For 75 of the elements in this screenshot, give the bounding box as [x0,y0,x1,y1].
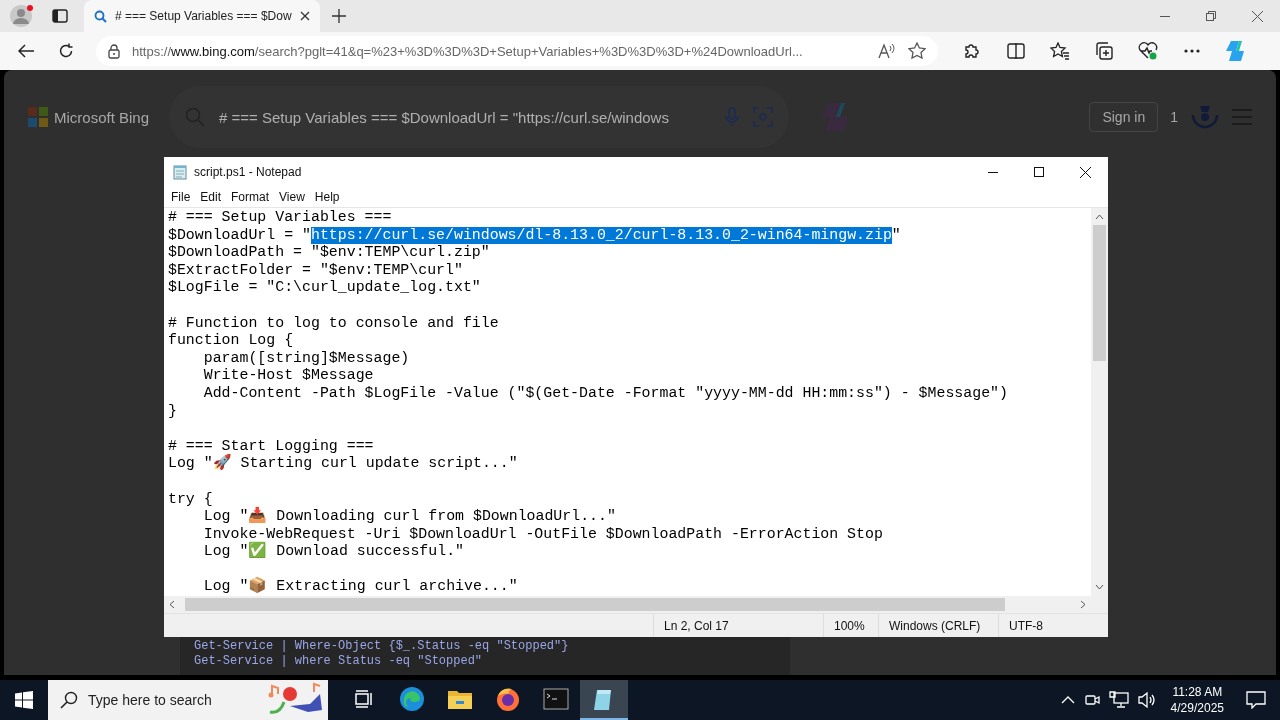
tab-actions-icon[interactable] [52,8,68,24]
search-icon [94,9,107,23]
address-bar[interactable]: https://www.bing.com/search?pglt=41&q=%23+%3D%3D%3D+Setup+Variables+%3D%3D%3D+%24DownloadUrl... [96,36,938,66]
status-text: 100% [823,614,878,637]
code-line: Log "📥 Downloading curl from $DownloadUrl..." [202,508,616,526]
code-line: $ExtractFolder = "$env:TEMP\curl" [168,261,463,280]
code-block: Get-Service | Where-Object {$_.Status -eq "Stopped"} Get-Service | where Status -eq "Stopped" [180,634,790,675]
menu-item[interactable]: File [166,190,196,204]
task-view-icon[interactable] [354,689,374,709]
favorite-star-icon[interactable] [908,42,926,60]
status-text: Windows (CRLF) [878,614,998,637]
minimize-icon[interactable] [1160,15,1170,17]
restore-icon[interactable] [1206,11,1216,21]
notepad-icon [172,164,188,180]
close-icon[interactable] [300,11,310,21]
network-icon[interactable] [1108,691,1129,709]
code-line: # === Setup Variables === [168,209,392,227]
edge-browser-icon[interactable] [399,686,425,712]
code-line: Add-Content -Path $LogFile -Value ("$(Get-Date -Format "yyyy-MM-dd HH:mm:ss") - $Message") [202,384,1008,403]
scrollbar-thumb[interactable] [1093,225,1106,361]
minimize-icon[interactable] [988,171,998,173]
menu-item[interactable]: View [274,190,310,204]
refresh-icon[interactable] [58,43,74,59]
volume-icon[interactable] [1136,691,1157,709]
code-line: function Log { [168,332,294,350]
back-arrow-icon[interactable] [18,44,34,58]
code-line: } [168,402,177,421]
more-options-icon[interactable] [1184,49,1200,53]
search-icon [60,691,78,709]
clock-time[interactable]: 11:28 AM [1172,684,1223,700]
scrollbar-thumb[interactable] [185,598,1005,611]
menu-item[interactable]: Edit [195,190,227,204]
close-icon[interactable] [1079,166,1091,178]
maximize-icon[interactable] [1034,167,1044,177]
new-tab-icon[interactable] [332,9,346,23]
clock-date[interactable]: 4/29/2025 [1170,700,1224,716]
read-aloud-icon[interactable] [878,43,896,59]
code-line: # === Start Logging === [168,437,374,454]
code-line: param([string]$Message) [202,349,410,368]
notifications-icon[interactable] [1246,691,1266,709]
favorites-icon[interactable] [1050,42,1070,60]
profile-avatar-icon[interactable] [10,4,34,28]
status-text: Ln 2, Col 17 [653,614,823,637]
code-line: Log "✅ Download successful." [202,543,464,561]
windows-start-icon[interactable] [15,691,33,709]
status-text: UTF-8 [998,614,1108,637]
browser-tab[interactable]: # === Setup Variables === $Dow [84,0,320,32]
close-icon[interactable] [1251,10,1263,22]
window-title: script.ps1 - Notepad [194,165,302,179]
chevron-up-icon[interactable] [1060,696,1075,704]
rewards-count: 1 [1170,109,1178,125]
bing-logo[interactable]: Microsoft Bing [28,107,150,127]
code-line: Log "📦 Extracting curl archive..." [202,578,518,596]
split-screen-icon[interactable] [1007,43,1025,59]
collections-icon[interactable] [1095,42,1113,60]
code-line: $DownloadPath = "$env:TEMP\curl.zip" [168,244,490,262]
folder-icon[interactable] [447,688,473,710]
code-text: " [891,226,901,245]
extensions-puzzle-icon[interactable] [963,42,981,60]
code-line: try { [168,490,213,509]
firefox-icon[interactable] [495,686,521,712]
code-line: Log "🚀 Starting curl update script..." [168,455,518,473]
menu-item[interactable]: Help [309,190,345,204]
menu-item[interactable]: Format [226,190,275,204]
code-line: # Function to log to console and file [168,314,499,333]
taskbar-search-field[interactable]: Type here to search [48,680,328,720]
lock-icon [108,43,120,59]
sign-in-button[interactable]: Sign in [1089,102,1159,132]
code-line: $LogFile = "C:\curl_update_log.txt" [168,279,481,297]
code-text: $DownloadUrl = " [168,226,311,245]
selected-text: https://curl.se/windows/dl-8.13.0_2/curl-8.13.0_2-win64-mingw.zip [311,226,892,245]
code-line: Write-Host $Message [202,367,374,385]
browser-health-icon[interactable] [1138,42,1158,60]
terminal-icon[interactable] [543,688,569,710]
code-line: Invoke-WebRequest -Uri $DownloadUrl -OutFile $DownloadPath -ErrorAction Stop [202,525,883,542]
